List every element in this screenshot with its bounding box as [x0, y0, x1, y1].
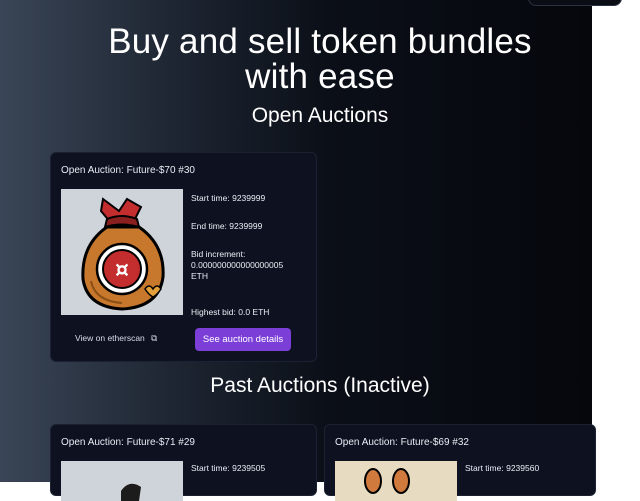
auction-card-title: Open Auction: Future-$70 #30: [61, 165, 195, 176]
token-bundle-image: [61, 461, 183, 501]
open-auction-card: Open Auction: Future-$70 #30 ¤ Start tim…: [50, 152, 317, 362]
past-auction-card: Open Auction: Future-$69 #32 Start time:…: [324, 424, 596, 501]
bid-increment-value: 0.000000000000000005: [191, 260, 284, 270]
etherscan-label: View on etherscan: [75, 333, 145, 343]
bid-increment-label: Bid increment:: [191, 249, 246, 259]
token-image-partial: [61, 461, 183, 501]
end-time: End time: 9239999: [191, 221, 263, 231]
highest-bid: Highest bid: 0.0 ETH: [191, 307, 270, 317]
past-auctions-heading: Past Auctions (Inactive): [210, 374, 430, 397]
token-image-partial: [335, 461, 457, 501]
etherscan-link[interactable]: View on etherscan ⧉: [75, 333, 157, 344]
bid-increment-unit: ETH: [191, 271, 208, 281]
token-bundle-image: ¤: [61, 189, 183, 315]
past-auction-card: Open Auction: Future-$71 #29 Start time:…: [50, 424, 317, 501]
start-time: Start time: 9239999: [191, 193, 266, 203]
svg-text:¤: ¤: [115, 258, 129, 283]
external-link-icon: ⧉: [151, 333, 158, 343]
start-time: Start time: 9239505: [191, 463, 266, 473]
top-nav-edge: [528, 0, 622, 6]
auction-card-title: Open Auction: Future-$71 #29: [61, 437, 195, 448]
headline-line-2: with ease: [245, 57, 395, 96]
open-auctions-heading: Open Auctions: [251, 104, 389, 127]
token-bundle-image: [335, 461, 457, 501]
bid-increment: Bid increment: 0.000000000000000005 ETH: [191, 249, 283, 282]
money-bag-image: ¤: [61, 189, 183, 315]
auction-card-title: Open Auction: Future-$69 #32: [335, 437, 469, 448]
start-time: Start time: 9239560: [465, 463, 540, 473]
headline-line-1: Buy and sell token bundles: [108, 22, 532, 61]
page-headline: Buy and sell token bundles with ease: [60, 24, 580, 94]
see-auction-details-button[interactable]: See auction details: [195, 328, 291, 351]
